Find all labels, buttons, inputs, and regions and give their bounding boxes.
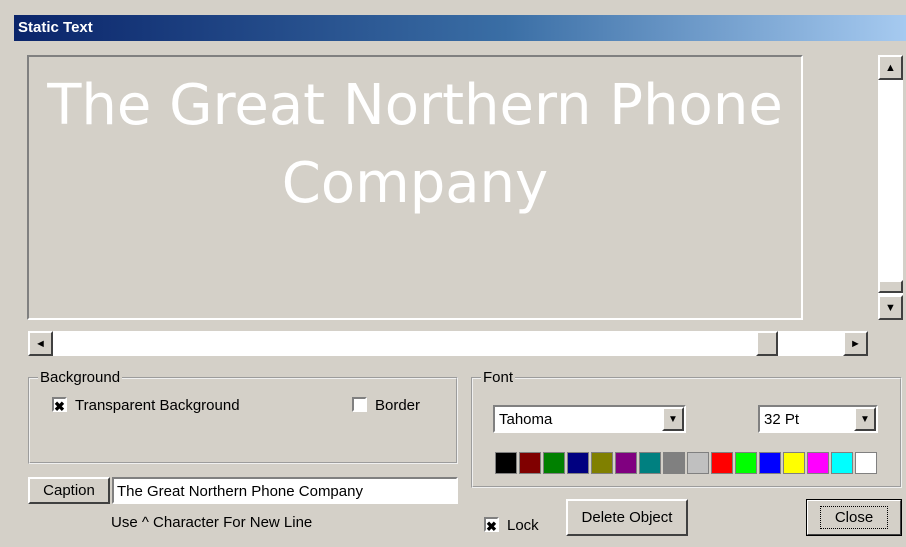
- vertical-scrollbar[interactable]: ▲ ▼: [878, 55, 903, 320]
- static-text-dialog: Static Text The Great Northern Phone Com…: [0, 0, 906, 547]
- color-swatch[interactable]: [639, 452, 661, 474]
- scroll-left-button[interactable]: ◄: [28, 331, 53, 356]
- chevron-down-icon[interactable]: ▼: [662, 407, 684, 431]
- scroll-left-icon: ◄: [35, 337, 46, 350]
- scroll-up-button[interactable]: ▲: [878, 55, 903, 80]
- scroll-right-button[interactable]: ►: [843, 331, 868, 356]
- color-swatch[interactable]: [807, 452, 829, 474]
- transparent-background-label[interactable]: Transparent Background: [75, 397, 240, 414]
- caption-hint: Use ^ Character For New Line: [111, 514, 313, 531]
- color-swatch[interactable]: [519, 452, 541, 474]
- font-size-value: 32 Pt: [764, 411, 800, 428]
- color-swatch[interactable]: [735, 452, 757, 474]
- border-label[interactable]: Border: [375, 397, 420, 414]
- scroll-up-icon: ▲: [885, 61, 896, 74]
- background-group: Background: [28, 369, 458, 464]
- transparent-background-checkbox[interactable]: ✖: [52, 397, 67, 414]
- color-swatch[interactable]: [759, 452, 781, 474]
- caption-value: The Great Northern Phone Company: [117, 483, 363, 500]
- font-name-select[interactable]: Tahoma ▼: [493, 405, 686, 433]
- delete-object-button[interactable]: Delete Object: [566, 499, 688, 536]
- lock-label[interactable]: Lock: [507, 517, 539, 534]
- window-title: Static Text: [18, 19, 93, 36]
- color-swatch[interactable]: [495, 452, 517, 474]
- color-swatch[interactable]: [855, 452, 877, 474]
- chevron-down-icon[interactable]: ▼: [854, 407, 876, 431]
- font-size-select[interactable]: 32 Pt ▼: [758, 405, 878, 433]
- scroll-down-button[interactable]: ▼: [878, 295, 903, 320]
- text-preview: The Great Northern Phone Company: [27, 55, 803, 320]
- color-swatch[interactable]: [663, 452, 685, 474]
- title-bar[interactable]: Static Text: [14, 15, 906, 41]
- font-legend: Font: [483, 369, 514, 386]
- color-swatch[interactable]: [543, 452, 565, 474]
- color-swatch[interactable]: [615, 452, 637, 474]
- border-checkbox[interactable]: [352, 397, 367, 412]
- color-swatch[interactable]: [831, 452, 853, 474]
- color-swatch[interactable]: [591, 452, 613, 474]
- preview-text: The Great Northern Phone Company: [47, 73, 783, 216]
- color-swatch[interactable]: [687, 452, 709, 474]
- caption-label: Caption: [28, 477, 110, 504]
- color-swatch[interactable]: [567, 452, 589, 474]
- scroll-right-icon: ►: [850, 337, 861, 350]
- font-name-value: Tahoma: [499, 411, 553, 428]
- check-mark-icon: ✖: [54, 399, 65, 414]
- color-swatch[interactable]: [783, 452, 805, 474]
- check-mark-icon: ✖: [486, 519, 497, 534]
- color-swatch[interactable]: [711, 452, 733, 474]
- horizontal-scroll-thumb[interactable]: [756, 331, 778, 356]
- scroll-down-icon: ▼: [885, 301, 896, 314]
- caption-input[interactable]: The Great Northern Phone Company: [112, 477, 458, 504]
- close-button[interactable]: Close: [806, 499, 902, 536]
- horizontal-scrollbar[interactable]: ◄ ►: [28, 331, 868, 356]
- background-legend: Background: [40, 369, 121, 386]
- lock-checkbox[interactable]: ✖: [484, 517, 499, 534]
- vertical-scroll-thumb[interactable]: [878, 280, 903, 293]
